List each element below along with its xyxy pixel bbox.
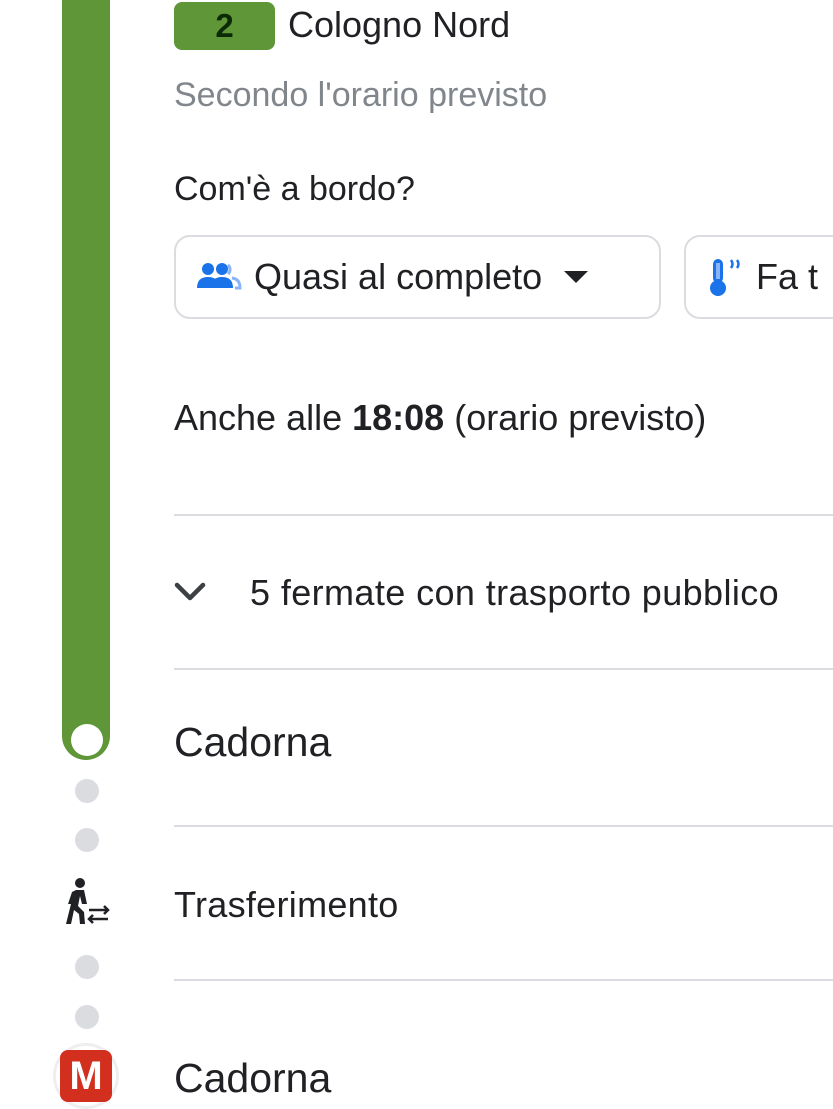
chevron-down-icon[interactable] [170,572,210,612]
transfer-label: Trasferimento [174,884,399,925]
route-line [62,0,110,760]
temperature-label: Fa t [756,256,819,297]
divider [174,825,833,827]
crowd-level-label: Quasi al completo [254,256,543,297]
walk-transfer-icon [58,876,114,932]
path-dot [75,1005,99,1029]
alt-suffix: (orario previsto) [444,397,707,438]
divider [174,514,833,516]
thermometer-icon [706,257,744,297]
path-dot [75,779,99,803]
crowd-level-chip[interactable]: Quasi al completo [174,235,661,319]
path-dot [75,828,99,852]
metro-logo-letter: M [60,1050,112,1102]
temperature-chip[interactable]: Fa t [684,235,833,319]
stop-node [71,724,103,756]
arrival-stop-name[interactable]: Cadorna [174,716,331,768]
alternative-departure: Anche alle 18:08 (orario previsto) [174,396,706,440]
people-icon [196,257,242,297]
schedule-note: Secondo l'orario previsto [174,76,548,114]
onboard-question: Com'è a bordo? [174,170,415,208]
path-dot [75,955,99,979]
metro-logo-icon: M [53,1043,119,1109]
destination: Cologno Nord [288,4,511,45]
next-stop-name[interactable]: Cadorna [174,1052,331,1104]
alt-time: 18:08 [352,397,445,438]
intermediate-stops-toggle[interactable]: 5 fermate con trasporto pubblico [250,571,779,615]
divider [174,668,833,670]
dropdown-caret-icon [564,271,589,283]
line-badge: 2 [174,2,275,50]
divider [174,979,833,981]
alt-prefix: Anche alle [174,397,353,438]
